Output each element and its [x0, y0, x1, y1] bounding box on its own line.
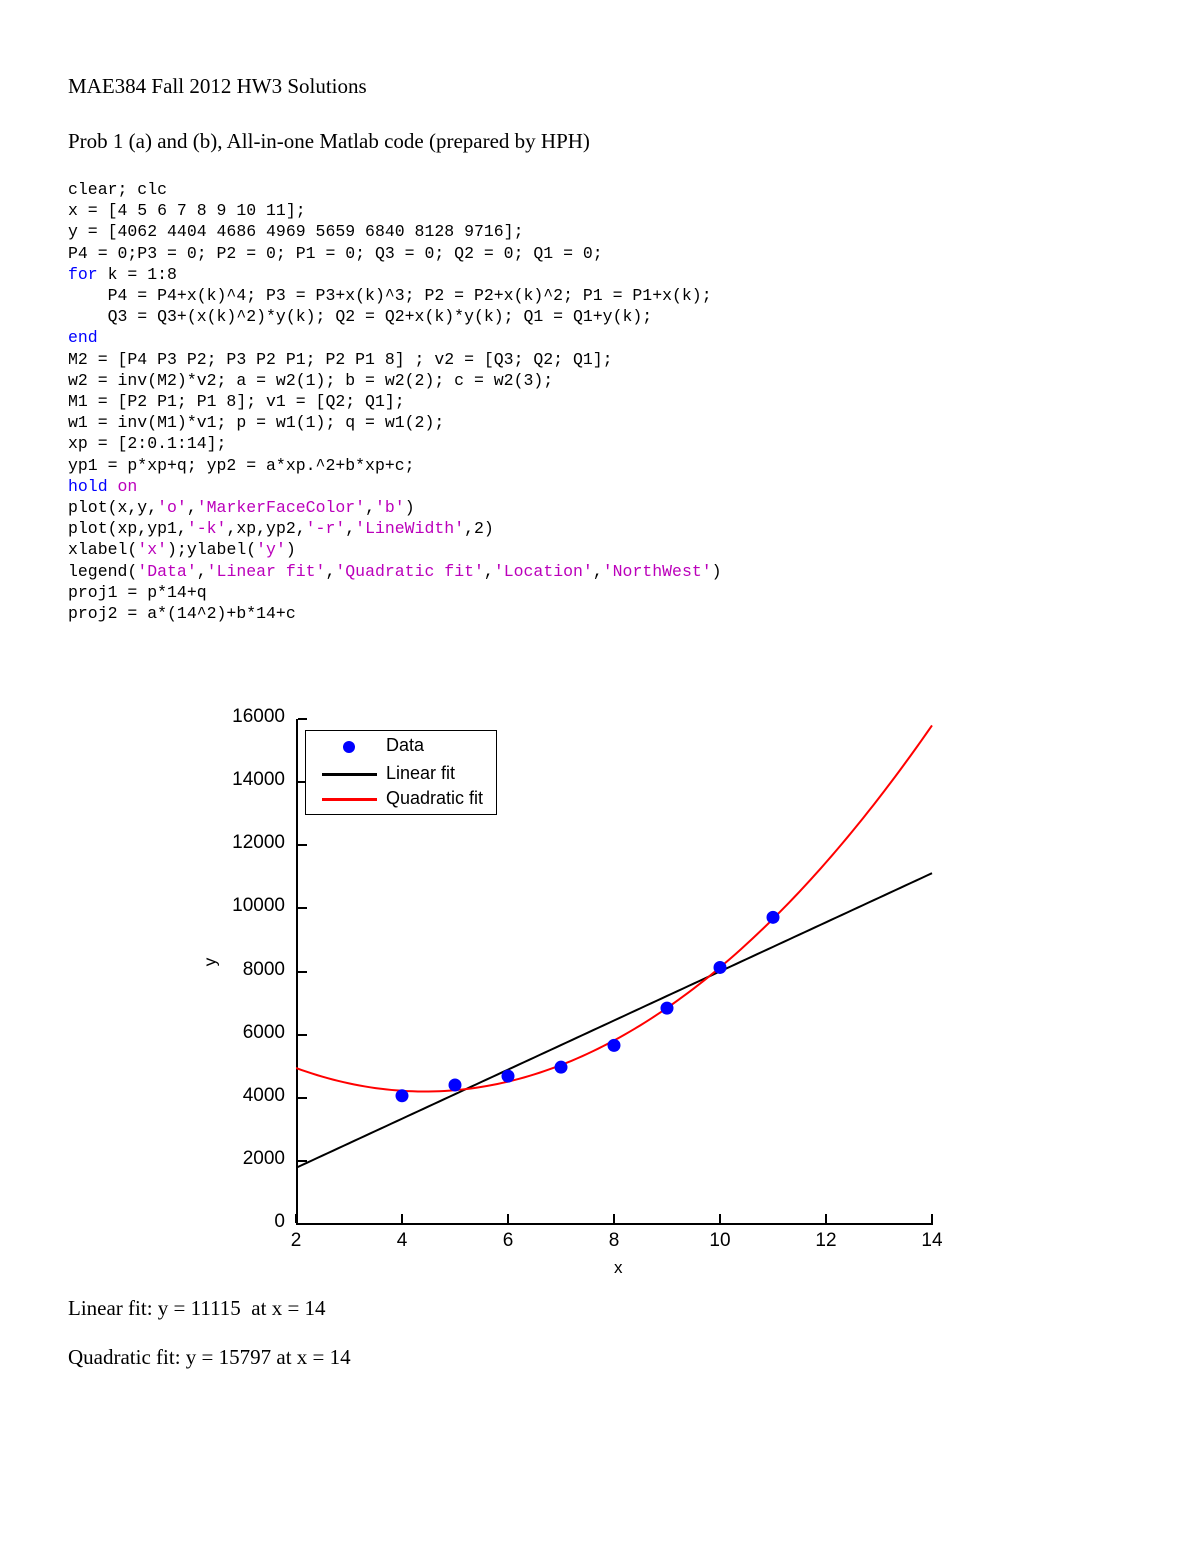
document-page: MAE384 Fall 2012 HW3 Solutions Prob 1 (a… [0, 0, 1200, 1553]
data-point [713, 960, 727, 974]
x-axis-label: x [614, 1258, 623, 1277]
page-title: MAE384 Fall 2012 HW3 Solutions [68, 74, 367, 98]
legend: Data Linear fit Quadratic fit [305, 730, 497, 815]
x-axis-tick-label: 10 [709, 1230, 731, 1251]
legend-label-data: Data [386, 735, 425, 755]
code-line: M2 = [P4 P3 P2; P3 P2 P1; P2 P1 8] ; v2 … [68, 349, 613, 369]
result-quadratic-fit: Quadratic fit: y = 15797 at x = 14 [68, 1345, 351, 1369]
y-axis-label: y [200, 957, 220, 967]
code-line: Q3 = Q3+(x(k)^2)*y(k); Q2 = Q2+x(k)*y(k)… [68, 307, 653, 327]
x-axis-tick-label: 14 [921, 1230, 943, 1251]
data-point [448, 1078, 462, 1092]
code-line: for k = 1:8 [68, 264, 177, 284]
x-axis-tick-label: 6 [502, 1230, 514, 1251]
data-point [501, 1069, 515, 1083]
data-point [766, 910, 780, 924]
code-line: plot(x,y,'o','MarkerFaceColor','b') [68, 498, 415, 518]
y-axis-tick-label: 6000 [242, 1021, 285, 1043]
x-axis-tick-label: 12 [815, 1230, 837, 1251]
code-line: yp1 = p*xp+q; yp2 = a*xp.^2+b*xp+c; [68, 455, 415, 475]
linear-line-icon [322, 773, 377, 776]
quadratic-line-icon [322, 798, 377, 801]
x-axis-tick-label: 8 [608, 1230, 620, 1251]
data-points-group [395, 910, 780, 1103]
code-line: legend('Data','Linear fit','Quadratic fi… [68, 561, 722, 581]
page-subtitle: Prob 1 (a) and (b), All-in-one Matlab co… [68, 129, 590, 153]
code-line: xp = [2:0.1:14]; [68, 434, 227, 454]
code-line: P4 = 0;P3 = 0; P2 = 0; P1 = 0; Q3 = 0; Q… [68, 243, 603, 263]
code-line: end [68, 328, 98, 348]
code-line: w2 = inv(M2)*v2; a = w2(1); b = w2(2); c… [68, 370, 554, 390]
code-line: proj1 = p*14+q [68, 582, 207, 602]
data-point [660, 1001, 674, 1015]
legend-item-quadratic-fit: Quadratic fit [306, 786, 496, 813]
code-line: clear; clc [68, 180, 168, 199]
legend-label-quadratic-fit: Quadratic fit [386, 788, 484, 808]
y-axis-tick-label: 10000 [232, 895, 285, 917]
code-line: x = [4 5 6 7 8 9 10 11]; [68, 201, 306, 221]
y-axis-tick-label: 4000 [242, 1084, 285, 1106]
y-axis-tick-label: 0 [274, 1211, 285, 1232]
y-axis-tick-label: 14000 [232, 769, 285, 791]
code-line: w1 = inv(M1)*v1; p = w1(1); q = w1(2); [68, 413, 445, 433]
code-line: y = [4062 4404 4686 4969 5659 6840 8128 … [68, 222, 524, 242]
y-axis-tick-label: 12000 [232, 832, 285, 854]
linear-fit-curve [296, 872, 933, 1169]
result-linear-fit: Linear fit: y = 11115 at x = 14 [68, 1296, 326, 1320]
matlab-code-block: clear; clc x = [4 5 6 7 8 9 10 11]; y = [4… [68, 179, 722, 624]
code-line: P4 = P4+x(k)^4; P3 = P3+x(k)^3; P2 = P2+… [68, 286, 712, 306]
y-axis-tick-label: 16000 [232, 706, 285, 727]
data-point [607, 1038, 621, 1052]
data-marker-icon [343, 741, 355, 753]
legend-item-linear-fit: Linear fit [306, 761, 496, 788]
code-line: proj2 = a*(14^2)+b*14+c [68, 604, 296, 624]
code-line: M1 = [P2 P1; P1 8]; v1 = [Q2; Q1]; [68, 392, 405, 412]
y-axis-tick-label: 2000 [242, 1147, 285, 1169]
code-line: xlabel('x');ylabel('y') [68, 540, 296, 560]
code-line: plot(xp,yp1,'-k',xp,yp2,'-r','LineWidth'… [68, 519, 494, 539]
data-point [554, 1060, 568, 1074]
code-line: hold on [68, 476, 138, 496]
legend-item-data: Data [306, 733, 496, 760]
data-point [395, 1089, 409, 1103]
legend-label-linear-fit: Linear fit [386, 763, 456, 783]
x-axis-tick-label: 4 [396, 1230, 408, 1251]
x-axis-tick-label: 2 [290, 1230, 302, 1251]
